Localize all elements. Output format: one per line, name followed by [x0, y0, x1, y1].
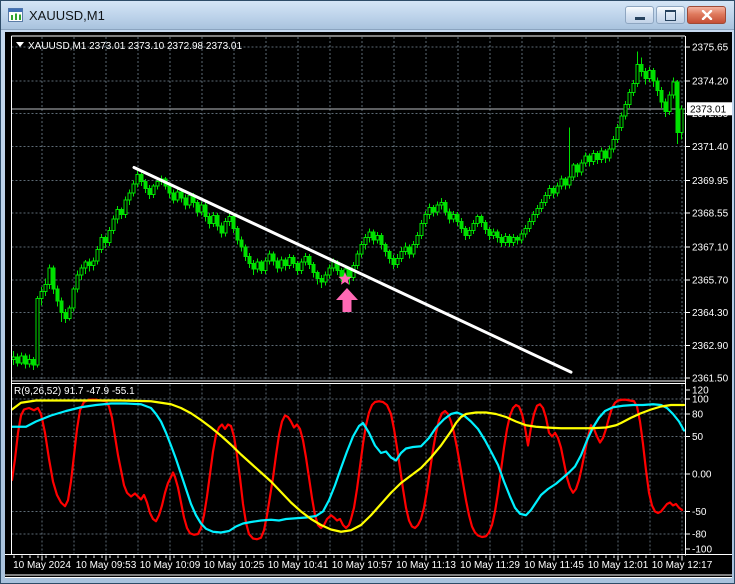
svg-text:10 May 2024: 10 May 2024 [13, 560, 71, 571]
svg-text:2364.30: 2364.30 [692, 308, 729, 319]
svg-text:10 May 09:53: 10 May 09:53 [76, 560, 137, 571]
indicator-header: R(9,26,52) 91.7 -47.9 -55.1 [14, 386, 135, 397]
chart-document-icon [8, 7, 24, 23]
svg-text:2373.01: 2373.01 [690, 104, 727, 115]
svg-text:10 May 12:17: 10 May 12:17 [652, 560, 713, 571]
svg-text:10 May 11:45: 10 May 11:45 [524, 560, 584, 571]
restore-button[interactable] [656, 6, 685, 24]
svg-text:10 May 12:01: 10 May 12:01 [588, 560, 649, 571]
window-controls [625, 6, 726, 24]
svg-text:100: 100 [692, 395, 709, 406]
ohlc-header: XAUUSD,M1 2373.01 2373.10 2372.98 2373.0… [16, 41, 242, 52]
restore-icon [665, 9, 676, 21]
close-icon [701, 10, 712, 20]
svg-text:2374.20: 2374.20 [692, 76, 729, 87]
svg-text:-50: -50 [692, 507, 707, 518]
svg-text:10 May 10:57: 10 May 10:57 [332, 560, 393, 571]
svg-text:2368.55: 2368.55 [692, 209, 729, 220]
svg-text:XAUUSD,M1 2373.01 2373.10 2372: XAUUSD,M1 2373.01 2373.10 2372.98 2373.0… [28, 41, 242, 52]
window-title: XAUUSD,M1 [29, 7, 105, 23]
close-button[interactable] [687, 6, 726, 24]
svg-text:2371.40: 2371.40 [692, 142, 729, 153]
svg-text:2361.50: 2361.50 [692, 374, 729, 385]
svg-text:-80: -80 [692, 530, 707, 541]
svg-text:2367.10: 2367.10 [692, 243, 729, 254]
title-bar[interactable]: XAUUSD,M1 [1, 1, 734, 30]
svg-text:R(9,26,52) 91.7 -47.9 -55.1: R(9,26,52) 91.7 -47.9 -55.1 [14, 386, 135, 397]
chart-canvas[interactable]: 2375.652374.202372.802371.402369.952368.… [5, 32, 732, 578]
svg-text:2362.90: 2362.90 [692, 341, 729, 352]
minimize-button[interactable] [625, 6, 654, 24]
svg-text:10 May 10:09: 10 May 10:09 [140, 560, 201, 571]
svg-text:-100: -100 [692, 545, 712, 556]
svg-text:0.00: 0.00 [692, 470, 712, 481]
svg-text:80: 80 [692, 410, 704, 421]
svg-text:10 May 11:13: 10 May 11:13 [396, 560, 456, 571]
current-price-label: 2373.01 [687, 102, 732, 116]
chart-window: XAUUSD,M1 2375.652374.202372.802371.4023… [0, 0, 735, 584]
svg-text:2369.95: 2369.95 [692, 176, 729, 187]
svg-text:10 May 10:25: 10 May 10:25 [204, 560, 265, 571]
svg-text:2375.65: 2375.65 [692, 43, 729, 54]
svg-text:10 May 10:41: 10 May 10:41 [268, 560, 329, 571]
minimize-icon [634, 16, 645, 20]
svg-text:50: 50 [692, 432, 704, 443]
svg-text:10 May 11:29: 10 May 11:29 [460, 560, 520, 571]
chart-client-area[interactable]: 2375.652374.202372.802371.402369.952368.… [5, 32, 732, 578]
svg-text:2365.70: 2365.70 [692, 275, 729, 286]
